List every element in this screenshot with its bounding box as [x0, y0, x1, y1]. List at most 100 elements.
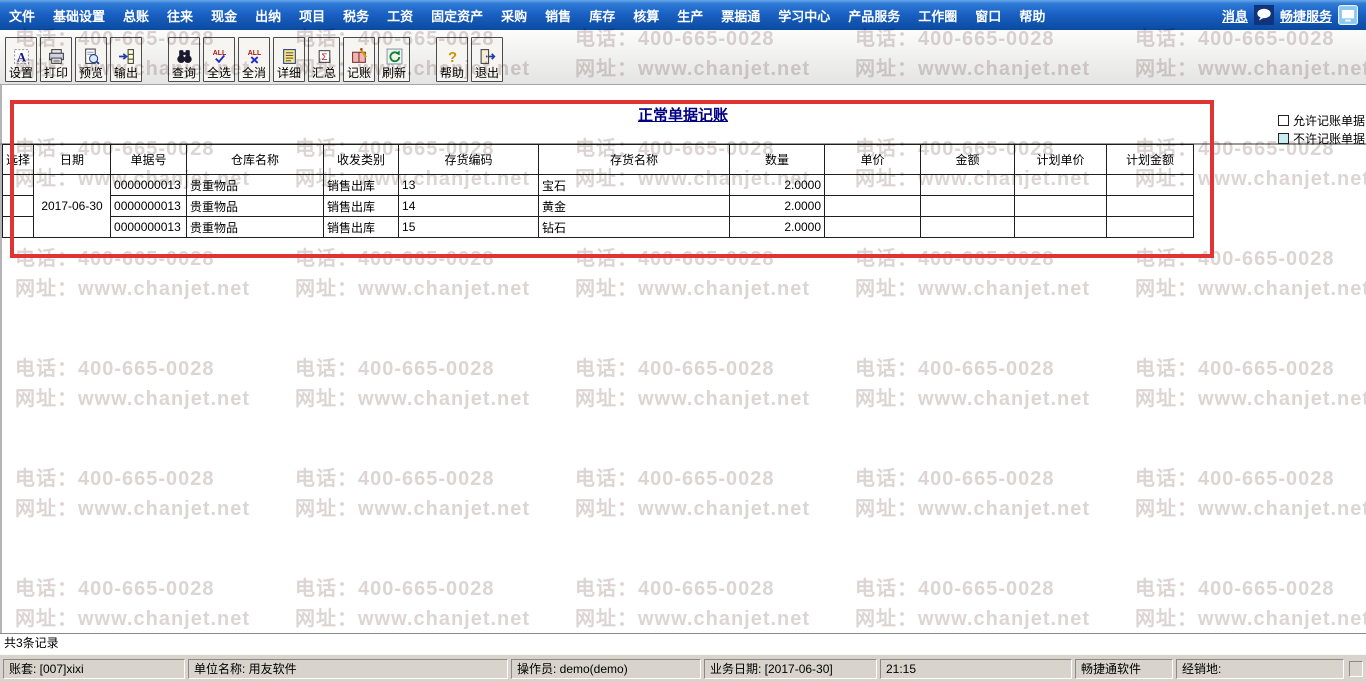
watermark-url: 网址：www.chanjet.net: [295, 608, 531, 630]
menu-item-basic-settings[interactable]: 基础设置: [44, 6, 114, 25]
exit-button[interactable]: 退出: [471, 37, 503, 82]
watermark-url: 网址：www.chanjet.net: [295, 388, 531, 410]
toolbar: A 设置 打印 预览 输出 查询 ALL 全选 ALL 全消 详细 Σ 汇总 记…: [0, 30, 1366, 85]
refresh-button[interactable]: 刷新: [378, 37, 410, 82]
preview-icon: [84, 48, 100, 65]
watermark-phone: 电话：400-665-0028: [15, 468, 215, 490]
help-button[interactable]: ? 帮助: [436, 37, 468, 82]
watermark-phone: 电话：400-665-0028: [295, 358, 495, 380]
bookkeeping-button[interactable]: 记账: [343, 37, 375, 82]
button-label: 全消: [241, 66, 266, 80]
select-cell[interactable]: [1, 174, 35, 196]
plan-amount-cell: [1106, 216, 1195, 238]
refresh-icon: [386, 48, 402, 65]
service-monitor-icon[interactable]: [1338, 5, 1358, 25]
menu-item-window[interactable]: 窗口: [966, 6, 1010, 25]
print-button[interactable]: 打印: [40, 37, 72, 82]
menu-item-sales[interactable]: 销售: [536, 6, 580, 25]
category-cell: 销售出库: [323, 195, 400, 217]
legend-allow-row: 允许记账单据: [1277, 111, 1365, 129]
deselect-all-button[interactable]: ALL 全消: [238, 37, 270, 82]
chat-bubble-icon[interactable]: [1253, 5, 1274, 25]
quantity-cell: 2.0000: [729, 174, 826, 196]
select-cell[interactable]: [1, 216, 35, 238]
menu-item-bill-hub[interactable]: 票据通: [712, 6, 769, 25]
plan-price-cell: [1014, 195, 1108, 217]
summary-button[interactable]: Σ 汇总: [308, 37, 340, 82]
watermark-url: 网址：www.chanjet.net: [575, 608, 811, 630]
warehouse-cell: 贵重物品: [186, 195, 325, 217]
watermark-url: 网址：www.chanjet.net: [1135, 388, 1366, 410]
watermark-phone: 电话：400-665-0028: [575, 358, 775, 380]
watermark-phone: 电话：400-665-0028: [295, 578, 495, 600]
menu-item-payroll[interactable]: 工资: [378, 6, 422, 25]
legend-deny-row: 不许记账单据: [1277, 129, 1365, 147]
unit-price-cell: [824, 216, 922, 238]
toolbar-separator: [145, 37, 168, 82]
menu-item-production[interactable]: 生产: [668, 6, 712, 25]
menu-item-general-ledger[interactable]: 总账: [114, 6, 158, 25]
menu-item-help[interactable]: 帮助: [1010, 6, 1054, 25]
menu-item-cashier[interactable]: 出纳: [246, 6, 290, 25]
query-button[interactable]: 查询: [168, 37, 200, 82]
item-code-cell: 13: [398, 174, 540, 196]
svg-text:ALL: ALL: [247, 50, 260, 57]
warehouse-cell: 贵重物品: [186, 174, 325, 196]
watermark-phone: 电话：400-665-0028: [1135, 578, 1335, 600]
table-row: 2017-06-30 0000000013 贵重物品 销售出库 13 宝石 2.…: [1, 174, 1195, 238]
menu-item-tax[interactable]: 税务: [334, 6, 378, 25]
menu-item-inventory[interactable]: 库存: [580, 6, 624, 25]
plan-amount-cell: [1106, 195, 1195, 217]
exit-icon: [480, 49, 495, 64]
export-button[interactable]: 输出: [110, 37, 142, 82]
deny-checkbox[interactable]: [1277, 132, 1289, 144]
status-software-name: 畅捷通软件: [1075, 659, 1173, 679]
documents-table: 选择 日期 单据号 仓库名称 收发类别 存货编码 存货名称 数量 单价 金额 计…: [1, 144, 1195, 238]
watermark-url: 网址：www.chanjet.net: [15, 608, 251, 630]
menu-item-product-services[interactable]: 产品服务: [839, 6, 909, 25]
button-label: 全选: [206, 66, 231, 80]
detail-button[interactable]: 详细: [273, 37, 305, 82]
select-cell[interactable]: [1, 195, 35, 217]
preview-button[interactable]: 预览: [75, 37, 107, 82]
watermark-url: 网址：www.chanjet.net: [295, 278, 531, 300]
messages-link[interactable]: 消息: [1222, 6, 1248, 25]
allow-checkbox[interactable]: [1277, 114, 1289, 126]
button-label: 打印: [43, 66, 68, 80]
menu-item-receivable-payable[interactable]: 往来: [158, 6, 202, 25]
amount-cell: [920, 174, 1016, 196]
item-name-cell: 宝石: [538, 174, 731, 196]
category-cell: 销售出库: [323, 174, 400, 196]
menu-bar: 文件 基础设置 总账 往来 现金 出纳 项目 税务 工资 固定资产 采购 销售 …: [0, 0, 1366, 30]
status-operator: 操作员: demo(demo): [511, 659, 701, 679]
menubar-right-cluster: 消息 畅捷服务: [1222, 5, 1366, 25]
select-all-button[interactable]: ALL 全选: [203, 37, 235, 82]
doc-no-cell: 0000000013: [110, 216, 188, 238]
table-row: 0000000013 贵重物品 销售出库 14 黄金 2.0000: [1, 195, 1195, 217]
menu-item-learning-center[interactable]: 学习中心: [769, 6, 839, 25]
button-label: 设置: [8, 66, 33, 80]
menu-item-purchase[interactable]: 采购: [492, 6, 536, 25]
watermark-phone: 电话：400-665-0028: [575, 578, 775, 600]
button-label: 汇总: [311, 66, 336, 80]
settings-button[interactable]: A 设置: [5, 37, 37, 82]
watermark-phone: 电话：400-665-0028: [1135, 248, 1335, 270]
record-count-bar: 共3条记录: [0, 633, 1366, 653]
chanjet-service-link[interactable]: 畅捷服务: [1280, 6, 1332, 25]
menu-item-cash[interactable]: 现金: [202, 6, 246, 25]
menu-item-project[interactable]: 项目: [290, 6, 334, 25]
watermark-phone: 电话：400-665-0028: [295, 468, 495, 490]
menu-item-work-circle[interactable]: 工作圈: [909, 6, 966, 25]
detail-icon: [282, 49, 296, 64]
button-label: 退出: [474, 66, 499, 80]
watermark-url: 网址：www.chanjet.net: [575, 388, 811, 410]
watermark-phone: 电话：400-665-0028: [15, 248, 215, 270]
menu-item-fixed-assets[interactable]: 固定资产: [422, 6, 492, 25]
header-date: 日期: [33, 144, 112, 175]
category-cell: 销售出库: [323, 216, 400, 238]
summary-icon: Σ: [318, 50, 330, 63]
watermark-phone: 电话：400-665-0028: [15, 358, 215, 380]
menu-item-file[interactable]: 文件: [0, 6, 44, 25]
menu-item-costing[interactable]: 核算: [624, 6, 668, 25]
resize-grip[interactable]: [1349, 661, 1363, 677]
